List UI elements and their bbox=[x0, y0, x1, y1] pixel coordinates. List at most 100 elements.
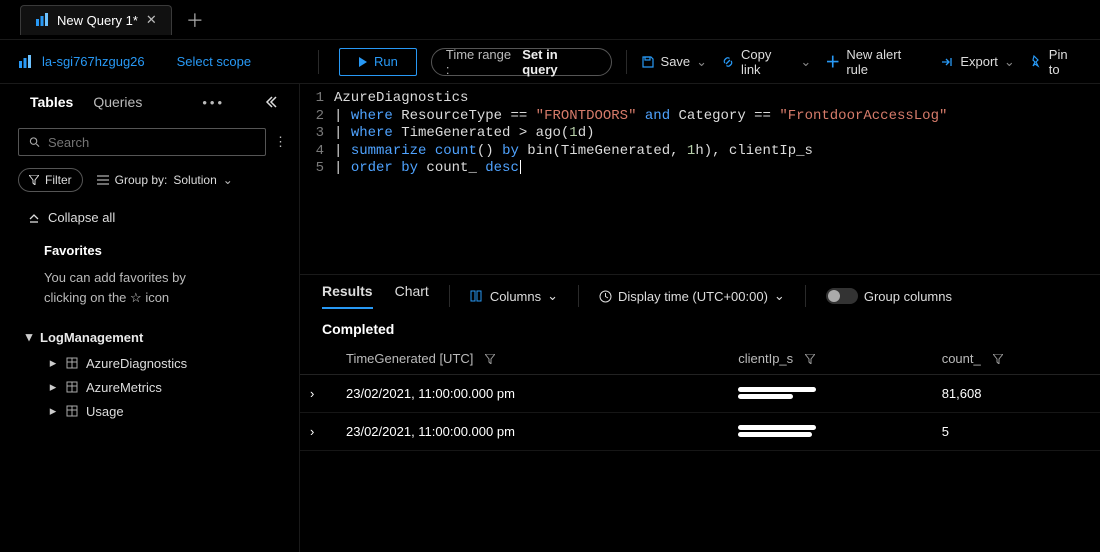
favorites-note: You can add favorites by clicking on the… bbox=[0, 264, 230, 317]
toggle-icon bbox=[826, 288, 858, 304]
tab-chart[interactable]: Chart bbox=[395, 283, 429, 309]
query-editor[interactable]: 1AzureDiagnostics 2| where ResourceType … bbox=[300, 84, 1100, 274]
columns-icon bbox=[470, 290, 484, 302]
column-header[interactable]: clientIp_s bbox=[728, 343, 931, 375]
main-area: Tables Queries ••• ⋮ Filter Group by: So… bbox=[0, 84, 1100, 552]
chevron-down-icon: ⌄ bbox=[774, 288, 785, 304]
run-label: Run bbox=[374, 54, 398, 69]
new-tab-button[interactable]: ＋ bbox=[186, 7, 204, 33]
time-range-pill[interactable]: Time range : Set in query bbox=[431, 48, 612, 76]
sidebar: Tables Queries ••• ⋮ Filter Group by: So… bbox=[0, 84, 300, 552]
caret-right-icon bbox=[48, 403, 58, 419]
copy-link-button[interactable]: Copy link ⌄ bbox=[721, 47, 811, 77]
table-row[interactable]: › 23/02/2021, 11:00:00.000 pm 81,608 bbox=[300, 375, 1100, 413]
sidebar-tabs: Tables Queries ••• bbox=[0, 94, 299, 116]
run-button[interactable]: Run bbox=[339, 48, 417, 76]
divider bbox=[805, 285, 806, 307]
cell-time: 23/02/2021, 11:00:00.000 pm bbox=[336, 413, 728, 451]
collapse-all-button[interactable]: Collapse all bbox=[0, 200, 299, 229]
tab-results[interactable]: Results bbox=[322, 283, 373, 309]
cell-time: 23/02/2021, 11:00:00.000 pm bbox=[336, 375, 728, 413]
redacted-value bbox=[738, 385, 816, 399]
chevron-down-icon: ⌄ bbox=[547, 288, 558, 304]
divider bbox=[449, 285, 450, 307]
results-toolbar: Results Chart Columns ⌄ Display time (UT… bbox=[300, 274, 1100, 309]
workspace-name[interactable]: la-sgi767hzgug26 bbox=[42, 54, 145, 69]
caret-right-icon bbox=[48, 379, 58, 395]
table-node[interactable]: Usage bbox=[22, 399, 289, 423]
cell-count: 81,608 bbox=[932, 375, 1100, 413]
query-status: Completed bbox=[300, 309, 1100, 343]
search-icon bbox=[29, 136, 40, 148]
export-button[interactable]: Export ⌄ bbox=[940, 54, 1014, 70]
tab-tables[interactable]: Tables bbox=[30, 94, 73, 110]
close-icon[interactable]: ✕ bbox=[146, 12, 157, 28]
display-time-button[interactable]: Display time (UTC+00:00) ⌄ bbox=[599, 288, 785, 304]
table-icon bbox=[66, 405, 78, 417]
column-header[interactable]: TimeGenerated [UTC] bbox=[336, 343, 728, 375]
chevron-down-icon: ⌄ bbox=[800, 54, 811, 70]
redacted-value bbox=[738, 423, 816, 437]
results-table: TimeGenerated [UTC] clientIp_s count_ › … bbox=[300, 343, 1100, 451]
tab-title: New Query 1* bbox=[57, 13, 138, 28]
query-tab[interactable]: New Query 1* ✕ bbox=[20, 5, 172, 35]
chevron-down-icon: ⌄ bbox=[1004, 54, 1015, 70]
favorites-header: Favorites bbox=[0, 229, 299, 264]
group-columns-toggle[interactable]: Group columns bbox=[826, 288, 952, 304]
table-icon bbox=[66, 381, 78, 393]
tables-tree: LogManagement AzureDiagnostics AzureMetr… bbox=[0, 317, 299, 423]
clock-icon bbox=[599, 290, 612, 303]
more-icon[interactable]: ••• bbox=[202, 95, 225, 110]
filter-icon[interactable] bbox=[993, 354, 1003, 364]
filter-icon bbox=[29, 175, 39, 185]
columns-button[interactable]: Columns ⌄ bbox=[470, 288, 558, 304]
link-icon bbox=[721, 55, 735, 69]
logs-icon bbox=[35, 13, 49, 27]
text-cursor bbox=[520, 160, 521, 174]
divider bbox=[626, 50, 627, 74]
new-alert-rule-button[interactable]: ＋ New alert rule bbox=[825, 47, 926, 77]
collapse-sidebar-icon[interactable] bbox=[263, 95, 277, 109]
tab-queries[interactable]: Queries bbox=[93, 94, 142, 110]
list-icon bbox=[97, 175, 109, 185]
toolbar: Run Time range : Set in query Save ⌄ Cop… bbox=[339, 47, 1082, 77]
scope-area: la-sgi767hzgug26 Select scope bbox=[18, 54, 298, 69]
table-icon bbox=[66, 357, 78, 369]
editor-pane: 1AzureDiagnostics 2| where ResourceType … bbox=[300, 84, 1100, 552]
expand-row-icon[interactable]: › bbox=[300, 413, 336, 451]
export-icon bbox=[940, 55, 954, 69]
pin-icon bbox=[1029, 55, 1043, 69]
filter-button[interactable]: Filter bbox=[18, 168, 83, 192]
save-button[interactable]: Save ⌄ bbox=[641, 54, 708, 70]
select-scope-link[interactable]: Select scope bbox=[177, 54, 251, 69]
time-range-value: Set in query bbox=[522, 47, 596, 77]
pin-to-button[interactable]: Pin to bbox=[1029, 47, 1082, 77]
table-node[interactable]: AzureDiagnostics bbox=[22, 351, 289, 375]
cell-clientip bbox=[728, 413, 931, 451]
cell-clientip bbox=[728, 375, 931, 413]
table-row[interactable]: › 23/02/2021, 11:00:00.000 pm 5 bbox=[300, 413, 1100, 451]
search-input[interactable] bbox=[18, 128, 266, 156]
chevron-down-icon: ⌄ bbox=[223, 173, 233, 187]
more-icon[interactable]: ⋮ bbox=[274, 134, 287, 150]
divider bbox=[318, 50, 319, 74]
table-node[interactable]: AzureMetrics bbox=[22, 375, 289, 399]
expand-row-icon[interactable]: › bbox=[300, 375, 336, 413]
group-by-button[interactable]: Group by: Solution ⌄ bbox=[97, 173, 233, 187]
filter-icon[interactable] bbox=[485, 354, 495, 364]
search-field[interactable] bbox=[48, 135, 255, 150]
column-header[interactable]: count_ bbox=[932, 343, 1100, 375]
divider bbox=[578, 285, 579, 307]
collapse-icon bbox=[28, 212, 40, 224]
filter-icon[interactable] bbox=[805, 354, 815, 364]
time-range-label: Time range : bbox=[446, 47, 518, 77]
star-icon: ☆ bbox=[130, 290, 142, 305]
tab-strip: New Query 1* ✕ ＋ bbox=[0, 0, 1100, 40]
workspace-bar: la-sgi767hzgug26 Select scope Run Time r… bbox=[0, 40, 1100, 84]
cell-count: 5 bbox=[932, 413, 1100, 451]
group-logmanagement[interactable]: LogManagement bbox=[22, 323, 289, 351]
workspace-icon bbox=[18, 55, 32, 69]
plus-icon: ＋ bbox=[825, 51, 840, 72]
caret-right-icon bbox=[48, 355, 58, 371]
save-icon bbox=[641, 55, 655, 69]
